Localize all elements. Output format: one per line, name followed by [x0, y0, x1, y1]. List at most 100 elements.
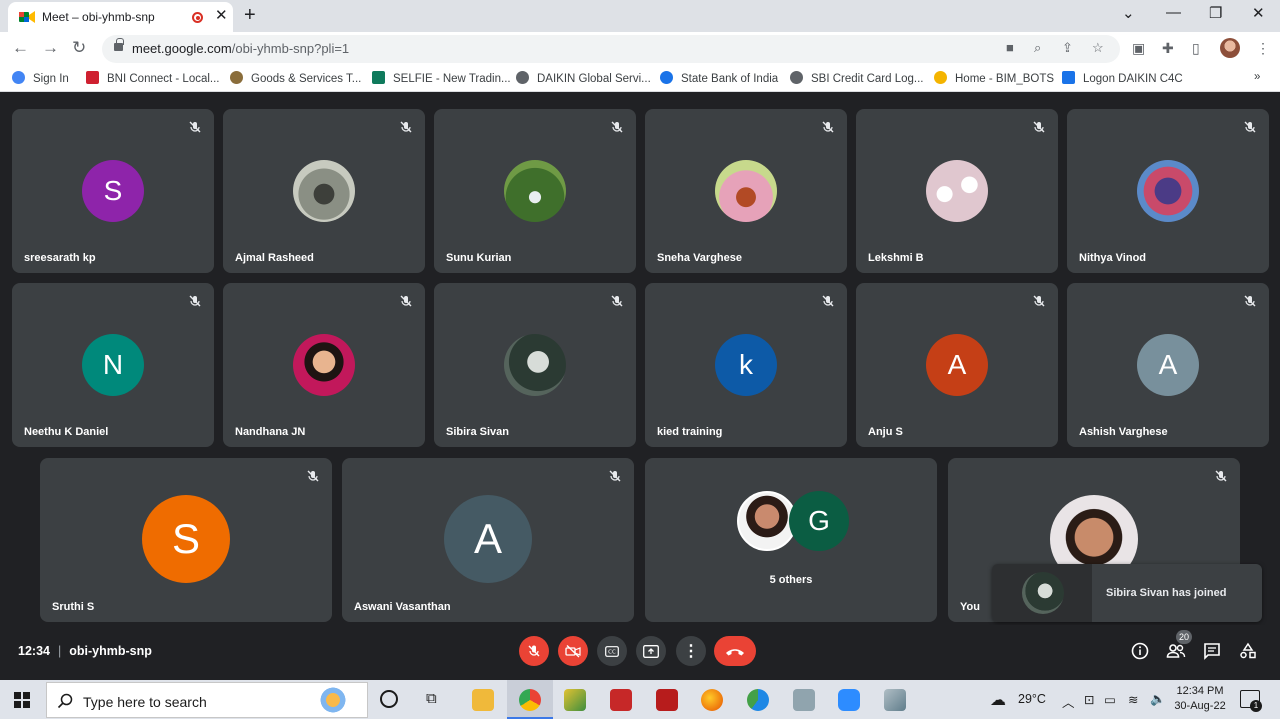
- people-icon[interactable]: [1166, 642, 1186, 662]
- participant-tile[interactable]: Sibira Sivan: [434, 283, 636, 447]
- participant-tile[interactable]: k kied training: [645, 283, 847, 447]
- svg-text:CC: CC: [608, 649, 616, 655]
- tab-search-chevron-icon[interactable]: ⌄: [1122, 4, 1135, 22]
- forward-icon[interactable]: →: [42, 38, 59, 58]
- taskbar-clock[interactable]: 12:34 PM 30-Aug-22: [1172, 684, 1228, 714]
- bookmark-item[interactable]: Home - BIM_BOTS: [934, 71, 1054, 85]
- zoom-icon[interactable]: ⌕: [1034, 40, 1041, 56]
- captions-button[interactable]: CC: [597, 636, 627, 666]
- minimize-icon[interactable]: —: [1166, 4, 1181, 21]
- battery-icon[interactable]: ▭: [1104, 692, 1116, 707]
- taskbar-search-input[interactable]: Type here to search: [46, 682, 368, 718]
- others-photo-avatar: [737, 491, 797, 551]
- participant-tile[interactable]: Lekshmi B: [856, 109, 1058, 273]
- meet-controls-bar: 12:34 | obi-yhmb-snp CC ⋮: [0, 625, 1280, 680]
- tray-chevron-icon[interactable]: ︿: [1062, 692, 1075, 711]
- avatar: k: [715, 334, 777, 396]
- participant-tile[interactable]: A Aswani Vasanthan: [342, 458, 634, 622]
- participant-name: sreesarath kp: [24, 252, 96, 264]
- firefox-icon[interactable]: [701, 689, 723, 711]
- participant-count-badge: 20: [1176, 630, 1192, 644]
- bookmark-item[interactable]: State Bank of India: [660, 71, 778, 85]
- others-tile[interactable]: G 5 others: [645, 458, 937, 622]
- bookmarks-overflow-icon[interactable]: »: [1254, 71, 1260, 83]
- bookmark-item[interactable]: Goods & Services T...: [230, 71, 361, 85]
- participant-tile[interactable]: S Sruthi S: [40, 458, 332, 622]
- participant-tile[interactable]: Nithya Vinod: [1067, 109, 1269, 273]
- chat-icon[interactable]: [1202, 642, 1222, 662]
- url-text: meet.google.com/obi-yhmb-snp?pli=1: [132, 41, 350, 56]
- mic-toggle-button[interactable]: [519, 636, 549, 666]
- lock-icon: [114, 38, 124, 51]
- app-icon[interactable]: [656, 689, 678, 711]
- mic-off-icon: [1033, 121, 1045, 133]
- more-options-button[interactable]: ⋮: [676, 636, 706, 666]
- zoom-app-icon[interactable]: [838, 689, 860, 711]
- wifi-icon[interactable]: ≋: [1128, 692, 1138, 707]
- mic-off-icon: [1244, 295, 1256, 307]
- bookmark-item[interactable]: SBI Credit Card Log...: [790, 71, 924, 85]
- bookmark-item[interactable]: DAIKIN Global Servi...: [516, 71, 651, 85]
- participant-tile[interactable]: Nandhana JN: [223, 283, 425, 447]
- address-bar[interactable]: meet.google.com/obi-yhmb-snp?pli=1 ■ ⌕ ⇪…: [102, 35, 1120, 63]
- bim-icon: [934, 71, 947, 84]
- bookmark-item[interactable]: BNI Connect - Local...: [86, 71, 220, 85]
- participant-tile[interactable]: Ssreesarath kp: [12, 109, 214, 273]
- cortana-icon[interactable]: [380, 690, 398, 708]
- meeting-details-icon[interactable]: [1130, 642, 1150, 662]
- weather-temp[interactable]: 29°C: [1018, 692, 1046, 706]
- edge-icon[interactable]: [747, 689, 769, 711]
- participant-name: Sunu Kurian: [446, 252, 512, 264]
- participant-tile[interactable]: Sneha Varghese: [645, 109, 847, 273]
- participant-name: kied training: [657, 426, 723, 438]
- present-button[interactable]: [636, 636, 666, 666]
- back-icon[interactable]: ←: [12, 38, 29, 58]
- side-panel-icon[interactable]: ▯: [1192, 40, 1200, 57]
- browser-toolbar: ← → ↻ meet.google.com/obi-yhmb-snp?pli=1…: [0, 32, 1280, 66]
- participant-tile[interactable]: A Ashish Varghese: [1067, 283, 1269, 447]
- profile-avatar[interactable]: [1220, 38, 1240, 58]
- camera-toggle-button[interactable]: [558, 636, 588, 666]
- close-tab-icon[interactable]: ✕: [215, 8, 228, 24]
- bookmark-item[interactable]: Sign In: [12, 71, 69, 85]
- chrome-icon[interactable]: [519, 689, 541, 711]
- task-view-icon[interactable]: ⧉: [426, 690, 437, 707]
- window-close-icon[interactable]: ✕: [1252, 4, 1265, 22]
- extension-meet-icon[interactable]: ▣: [1132, 40, 1145, 57]
- participant-tile[interactable]: Ajmal Rasheed: [223, 109, 425, 273]
- participant-tile[interactable]: Sunu Kurian: [434, 109, 636, 273]
- activities-icon[interactable]: [1238, 642, 1258, 662]
- clock-time: 12:34 PM: [1176, 685, 1224, 697]
- windows-start-icon[interactable]: [14, 692, 30, 708]
- paint-icon[interactable]: [884, 689, 906, 711]
- recording-indicator-icon: [192, 12, 203, 23]
- share-icon[interactable]: ⇪: [1062, 40, 1073, 56]
- bookmark-star-icon[interactable]: ☆: [1092, 40, 1104, 56]
- reload-icon[interactable]: ↻: [72, 38, 86, 58]
- calculator-icon[interactable]: [793, 689, 815, 711]
- tab-strip: Meet – obi-yhmb-snp ✕ + ⌄ — ❐ ✕: [0, 0, 1280, 32]
- file-explorer-icon[interactable]: [472, 689, 494, 711]
- meet-tray-icon[interactable]: ⊡: [1084, 692, 1094, 707]
- app-icon[interactable]: [610, 689, 632, 711]
- join-notification: Sibira Sivan has joined: [992, 564, 1262, 622]
- new-tab-button[interactable]: +: [244, 4, 256, 27]
- join-notification-text: Sibira Sivan has joined: [1106, 587, 1227, 599]
- app-icon[interactable]: [564, 689, 586, 711]
- bookmark-item[interactable]: Logon DAIKIN C4C: [1062, 71, 1183, 85]
- browser-tab-meet[interactable]: Meet – obi-yhmb-snp ✕: [8, 2, 233, 32]
- weather-icon[interactable]: ☁: [990, 690, 1006, 710]
- participant-tile[interactable]: A Anju S: [856, 283, 1058, 447]
- bookmark-item[interactable]: SELFIE - New Tradin...: [372, 71, 511, 85]
- extensions-puzzle-icon[interactable]: ✚: [1162, 40, 1174, 57]
- mic-off-icon: [1244, 121, 1256, 133]
- leave-call-button[interactable]: [714, 636, 756, 666]
- mic-off-icon: [1215, 470, 1227, 482]
- chrome-menu-icon[interactable]: ⋮: [1256, 40, 1270, 57]
- search-icon: [57, 693, 73, 709]
- camera-icon[interactable]: ■: [1006, 40, 1014, 55]
- participant-tile[interactable]: N Neethu K Daniel: [12, 283, 214, 447]
- volume-icon[interactable]: 🔈: [1150, 692, 1166, 707]
- maximize-icon[interactable]: ❐: [1209, 4, 1222, 22]
- mic-off-icon: [189, 121, 201, 133]
